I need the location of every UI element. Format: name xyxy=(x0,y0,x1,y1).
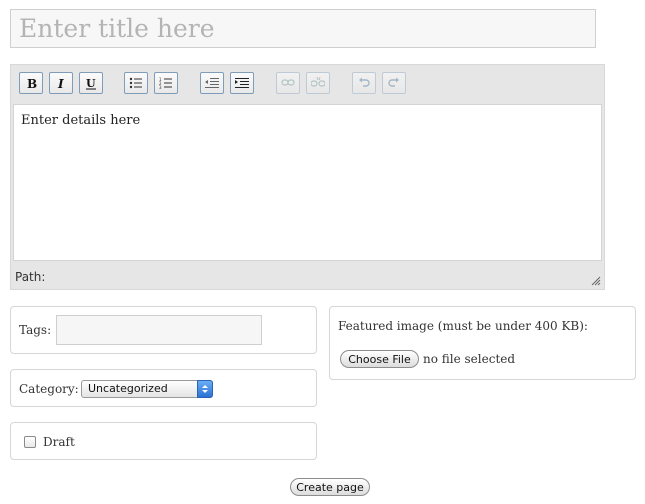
draft-checkbox[interactable] xyxy=(24,436,36,448)
category-selected-value: Uncategorized xyxy=(88,382,168,395)
editor-content-area[interactable]: Enter details here xyxy=(13,104,602,261)
draft-panel: Draft xyxy=(10,422,317,460)
svg-text:3: 3 xyxy=(159,85,162,89)
redo-icon xyxy=(388,77,399,87)
svg-text:B: B xyxy=(27,77,37,89)
indent-icon xyxy=(235,78,249,88)
svg-text:U: U xyxy=(86,77,96,90)
underline-button[interactable]: U xyxy=(79,72,103,94)
resize-grip-icon[interactable] xyxy=(591,276,601,286)
bold-icon: B xyxy=(27,77,37,89)
bold-button[interactable]: B xyxy=(19,72,43,94)
draft-label: Draft xyxy=(43,435,75,449)
numbered-list-button[interactable]: 1 2 3 xyxy=(154,72,178,94)
unlink-icon xyxy=(311,77,325,87)
numbered-list-icon: 1 2 3 xyxy=(159,77,172,89)
create-page-button[interactable]: Create page xyxy=(290,478,370,496)
redo-button[interactable] xyxy=(382,72,406,94)
category-panel: Category: Uncategorized xyxy=(10,369,317,407)
editor-toolbar: B I U 1 2 3 xyxy=(11,65,604,103)
editor-path-label: Path: xyxy=(15,270,46,284)
link-button[interactable] xyxy=(276,72,300,94)
undo-icon xyxy=(359,77,370,87)
featured-image-panel: Featured image (must be under 400 KB): C… xyxy=(329,306,636,380)
underline-icon: U xyxy=(86,77,96,90)
bullet-list-icon xyxy=(129,77,142,89)
tags-label: Tags: xyxy=(19,323,52,337)
file-status-text: no file selected xyxy=(423,352,516,366)
indent-button[interactable] xyxy=(230,72,254,94)
select-arrows-icon xyxy=(197,380,213,398)
unlink-button[interactable] xyxy=(306,72,330,94)
tags-input[interactable] xyxy=(56,315,262,345)
category-select[interactable]: Uncategorized xyxy=(81,380,213,398)
editor-placeholder-text: Enter details here xyxy=(21,113,141,128)
svg-text:I: I xyxy=(57,77,64,89)
title-input[interactable] xyxy=(10,9,596,48)
tags-panel: Tags: xyxy=(10,306,317,354)
undo-button[interactable] xyxy=(352,72,376,94)
outdent-icon xyxy=(205,78,219,88)
link-icon xyxy=(281,79,295,86)
choose-file-button[interactable]: Choose File xyxy=(340,350,419,368)
category-label: Category: xyxy=(19,382,79,396)
bullet-list-button[interactable] xyxy=(124,72,148,94)
featured-image-label: Featured image (must be under 400 KB): xyxy=(338,319,588,333)
outdent-button[interactable] xyxy=(200,72,224,94)
italic-icon: I xyxy=(57,77,64,89)
italic-button[interactable]: I xyxy=(49,72,73,94)
rich-text-editor: B I U 1 2 3 Enter details here Path: xyxy=(10,64,605,290)
